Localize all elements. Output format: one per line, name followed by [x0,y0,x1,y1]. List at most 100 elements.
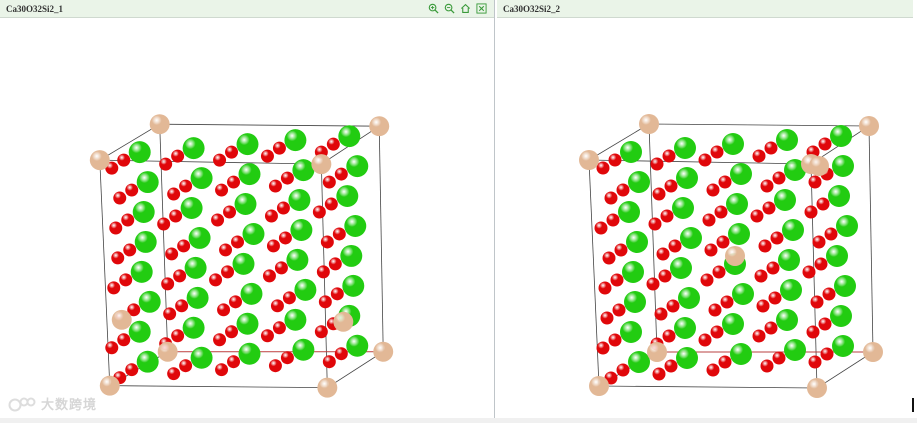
oxygen-atom [171,149,185,163]
oxygen-atom [664,359,678,373]
oxygen-atom [808,175,822,189]
calcium-atom [182,316,205,339]
silicon-atom [149,114,170,135]
calcium-atom [826,245,848,267]
calcium-atom [774,189,796,211]
oxygen-atom [766,261,780,275]
home-icon [460,3,471,13]
silicon-atom [89,150,110,171]
molecule-viewport-2[interactable] [497,18,913,418]
oxygen-atom [604,191,618,205]
oxygen-atom [606,213,620,227]
oxygen-atom [658,269,672,283]
silicon-atom [317,377,338,398]
oxygen-atom [260,149,274,163]
oxygen-atom [105,341,119,355]
oxygen-atom [217,303,231,317]
oxygen-atom [756,299,770,313]
oxygen-atom [167,187,181,201]
oxygen-atom [312,205,326,219]
calcium-atom [336,185,359,208]
oxygen-atom [772,351,786,365]
oxygen-atom [764,321,778,335]
silicon-atom [333,311,354,332]
oxygen-atom [157,217,171,231]
oxygen-atom [109,221,123,235]
calcium-atom [132,201,155,223]
oxygen-atom [314,325,328,339]
panel-1-title: Ca30O32Si2_1 [6,3,64,14]
oxygen-atom [219,243,233,257]
oxygen-atom [594,221,608,235]
oxygen-atom [227,355,241,369]
oxygen-atom [650,157,664,171]
calcium-atom [128,141,151,164]
oxygen-atom [654,307,668,321]
zoom-out-button[interactable] [443,2,456,15]
calcium-atom [776,309,798,331]
oxygen-atom [171,329,185,343]
crystal-structure-2[interactable] [497,18,913,418]
calcium-atom [628,171,650,193]
oxygen-atom [262,269,276,283]
resize-handle[interactable] [912,398,914,412]
silicon-atom [373,341,394,362]
watermark: 大数跨境 [8,394,97,413]
close-button[interactable] [475,2,488,15]
oxygen-atom [225,145,239,159]
calcium-atom [620,141,642,163]
calcium-atom [232,252,255,275]
calcium-atom [288,189,311,212]
calcium-atom [732,283,754,305]
oxygen-atom [668,239,682,253]
calcium-atom [830,305,852,327]
oxygen-atom [652,187,666,201]
calcium-atom [722,133,744,155]
oxygen-atom [215,363,229,377]
calcium-atom [784,339,806,361]
crystal-structure-1[interactable] [0,18,494,418]
oxygen-atom [117,333,131,347]
oxygen-atom [165,247,179,261]
calcium-atom [344,215,367,237]
oxygen-atom [750,209,764,223]
oxygen-atom [318,295,332,309]
oxygen-atom [125,183,139,197]
calcium-atom [346,155,369,178]
calcium-atom [722,313,744,335]
calcium-atom [138,290,161,313]
oxygen-atom [706,363,720,377]
oxygen-atom [322,355,336,369]
calcium-atom [730,343,752,365]
oxygen-atom [227,175,241,189]
oxygen-atom [710,325,724,339]
zoom-in-button[interactable] [427,2,440,15]
zoom-out-icon [444,3,455,14]
oxygen-atom [616,363,630,377]
oxygen-atom [328,257,342,271]
silicon-atom [579,150,599,170]
oxygen-atom [320,235,334,249]
silicon-atom [809,156,829,176]
oxygen-atom [316,265,330,279]
reset-view-button[interactable] [459,2,472,15]
oxygen-atom [179,179,193,193]
oxygen-atom [221,265,235,279]
calcium-atom [346,334,369,357]
calcium-atom [620,321,642,343]
oxygen-atom [600,311,614,325]
oxygen-atom [764,141,778,155]
oxygen-atom [608,333,622,347]
calcium-atom [678,287,700,309]
calcium-atom [834,275,856,297]
oxygen-atom [768,291,782,305]
calcium-atom [186,286,209,309]
oxygen-atom [225,325,239,339]
oxygen-atom [278,231,292,245]
calcium-atom [242,222,265,245]
molecule-viewport-1[interactable] [0,18,494,418]
calcium-atom [676,167,698,189]
calcium-atom [778,249,800,271]
structure-panel-2: Ca30O32Si2_2 [497,0,913,418]
calcium-atom [672,197,694,219]
